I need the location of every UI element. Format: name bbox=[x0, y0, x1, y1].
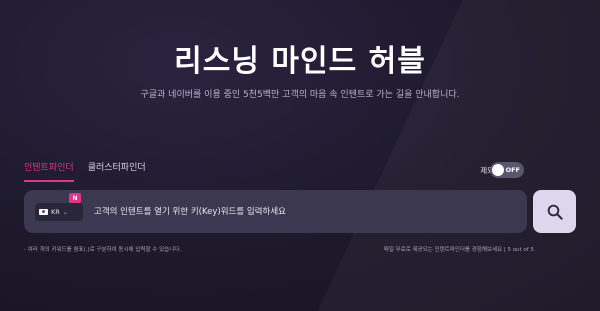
tab-cluster-finder[interactable]: 클러스터파인더 bbox=[88, 160, 146, 182]
tab-intent-finder[interactable]: 인텐트파인더 bbox=[24, 160, 74, 182]
search-button[interactable] bbox=[533, 190, 576, 233]
search-icon bbox=[547, 204, 563, 220]
country-selector[interactable]: KR ⌄ bbox=[35, 203, 83, 221]
chevron-down-icon: ⌄ bbox=[62, 208, 68, 216]
page-subtitle: 구글과 네이버를 이용 중인 5천5백만 고객의 마음 속 인텐트로 가는 길을… bbox=[140, 90, 460, 100]
toggle-knob bbox=[492, 164, 504, 176]
kr-flag-icon bbox=[39, 209, 48, 215]
toggle-state-text: OFF bbox=[505, 166, 520, 174]
page-title: 리스닝 마인드 허블 bbox=[174, 44, 426, 79]
tab-bar: 인텐트파인더 클러스터파인더 bbox=[24, 160, 146, 182]
keyword-search-input[interactable] bbox=[94, 202, 514, 222]
country-code: KR bbox=[51, 208, 60, 216]
search-bar: KR ⌄ N bbox=[24, 190, 527, 233]
exclude-words-toggle[interactable]: OFF bbox=[490, 162, 524, 178]
usage-quota-text: 매일 무료로 제공되는 인텐트파인더를 경험해보세요 | 5 out of 5 bbox=[383, 247, 534, 253]
naver-badge: N bbox=[69, 193, 81, 203]
multi-keyword-hint: - 여러 개의 키워드를 쉼표(,)로 구분하여 동시에 입력할 수 있습니다. bbox=[24, 247, 182, 253]
